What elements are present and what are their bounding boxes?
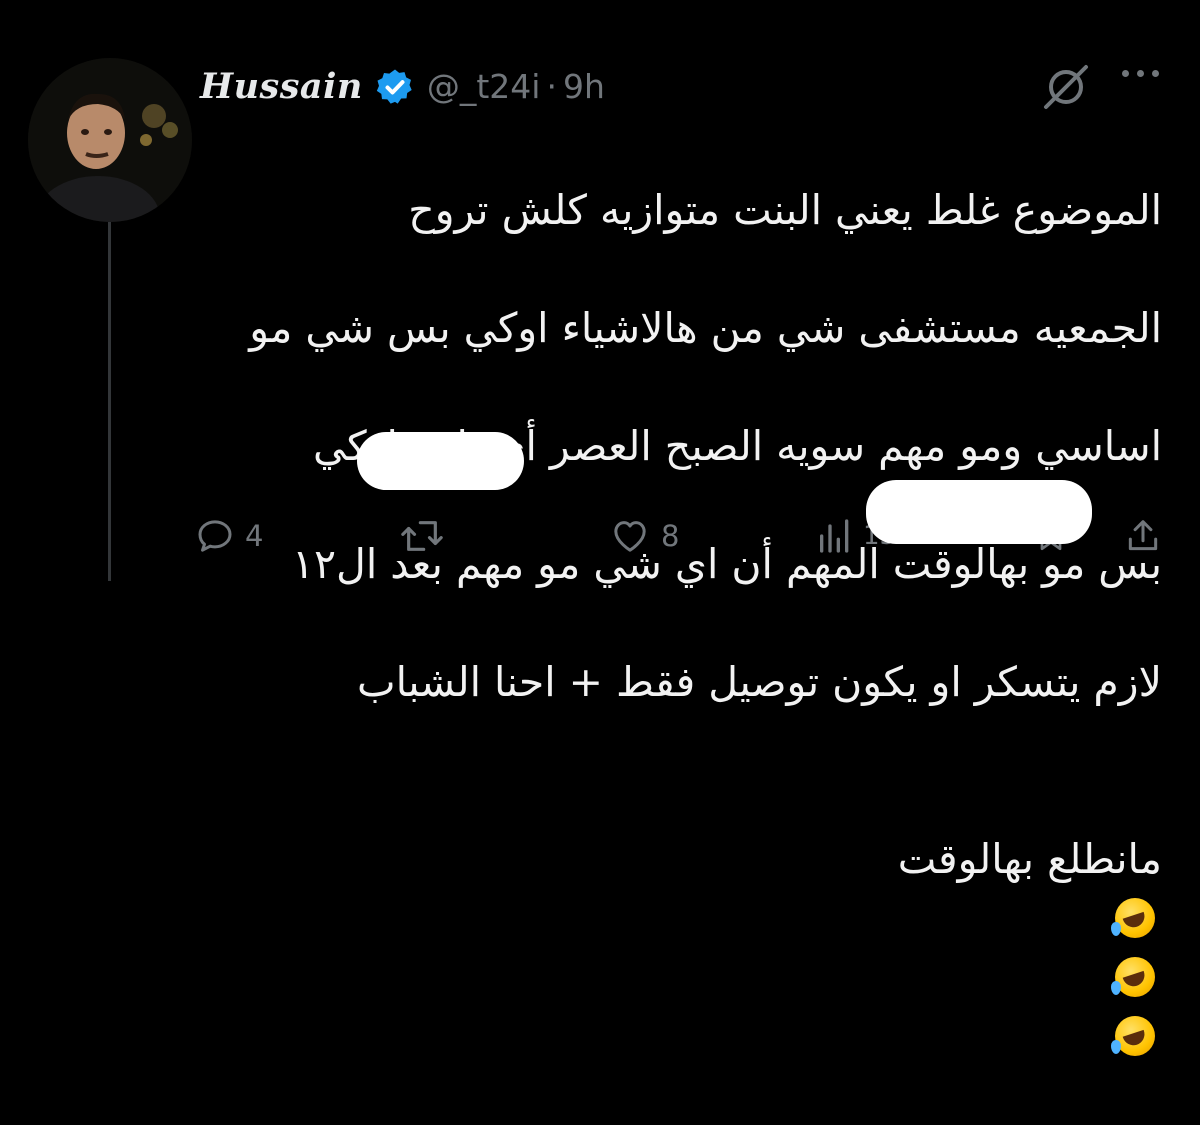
retweet-icon bbox=[401, 521, 443, 551]
author-name[interactable]: Hussain bbox=[200, 66, 363, 107]
heart-icon bbox=[614, 521, 646, 552]
reply-icon bbox=[198, 520, 232, 552]
tweet-text: الموضوع غلط يعني البنت متوازيه كلش تروح … bbox=[212, 122, 1162, 1125]
text-line: الجمعيه مستشفى شي من هالاشياء اوكي بس شي… bbox=[249, 304, 1162, 352]
text-line: الموضوع غلط يعني البنت متوازيه كلش تروح bbox=[408, 186, 1162, 234]
laughing-emoji-icon bbox=[1111, 957, 1155, 997]
text-line: مانطلع بهالوقت bbox=[897, 835, 1162, 883]
like-count: 8 bbox=[661, 519, 680, 553]
like-button[interactable]: 8 bbox=[609, 516, 679, 556]
tweet-header: Hussain @_t24i · 9h bbox=[200, 58, 605, 114]
author-handle[interactable]: @_t24i bbox=[427, 67, 541, 106]
share-button[interactable] bbox=[1124, 516, 1162, 556]
more-options-icon[interactable] bbox=[1122, 70, 1159, 77]
reply-count: 4 bbox=[245, 519, 264, 553]
share-icon bbox=[1128, 520, 1158, 551]
laughing-emoji-icon bbox=[1111, 898, 1155, 938]
avatar-photo bbox=[28, 58, 192, 222]
views-icon bbox=[820, 519, 849, 553]
retweet-button[interactable] bbox=[400, 516, 444, 556]
reply-button[interactable]: 4 bbox=[195, 516, 263, 556]
verified-badge-icon bbox=[375, 67, 415, 107]
text-line-last: مانطلع بهالوقت bbox=[212, 771, 1162, 1066]
timestamp[interactable]: 9h bbox=[563, 67, 605, 106]
text-line: اساسي ومو مهم سويه الصبح العصر أي ثاني ا… bbox=[312, 422, 1162, 470]
redaction-mark bbox=[866, 480, 1092, 544]
redaction-mark bbox=[357, 432, 524, 490]
laughing-emoji-icon bbox=[1111, 1016, 1155, 1056]
text-line: لازم يتسكر او يكون توصيل فقط + احنا الشب… bbox=[357, 658, 1162, 706]
grok-icon[interactable] bbox=[1040, 63, 1092, 115]
avatar[interactable] bbox=[28, 58, 192, 222]
separator-dot: · bbox=[546, 66, 557, 106]
